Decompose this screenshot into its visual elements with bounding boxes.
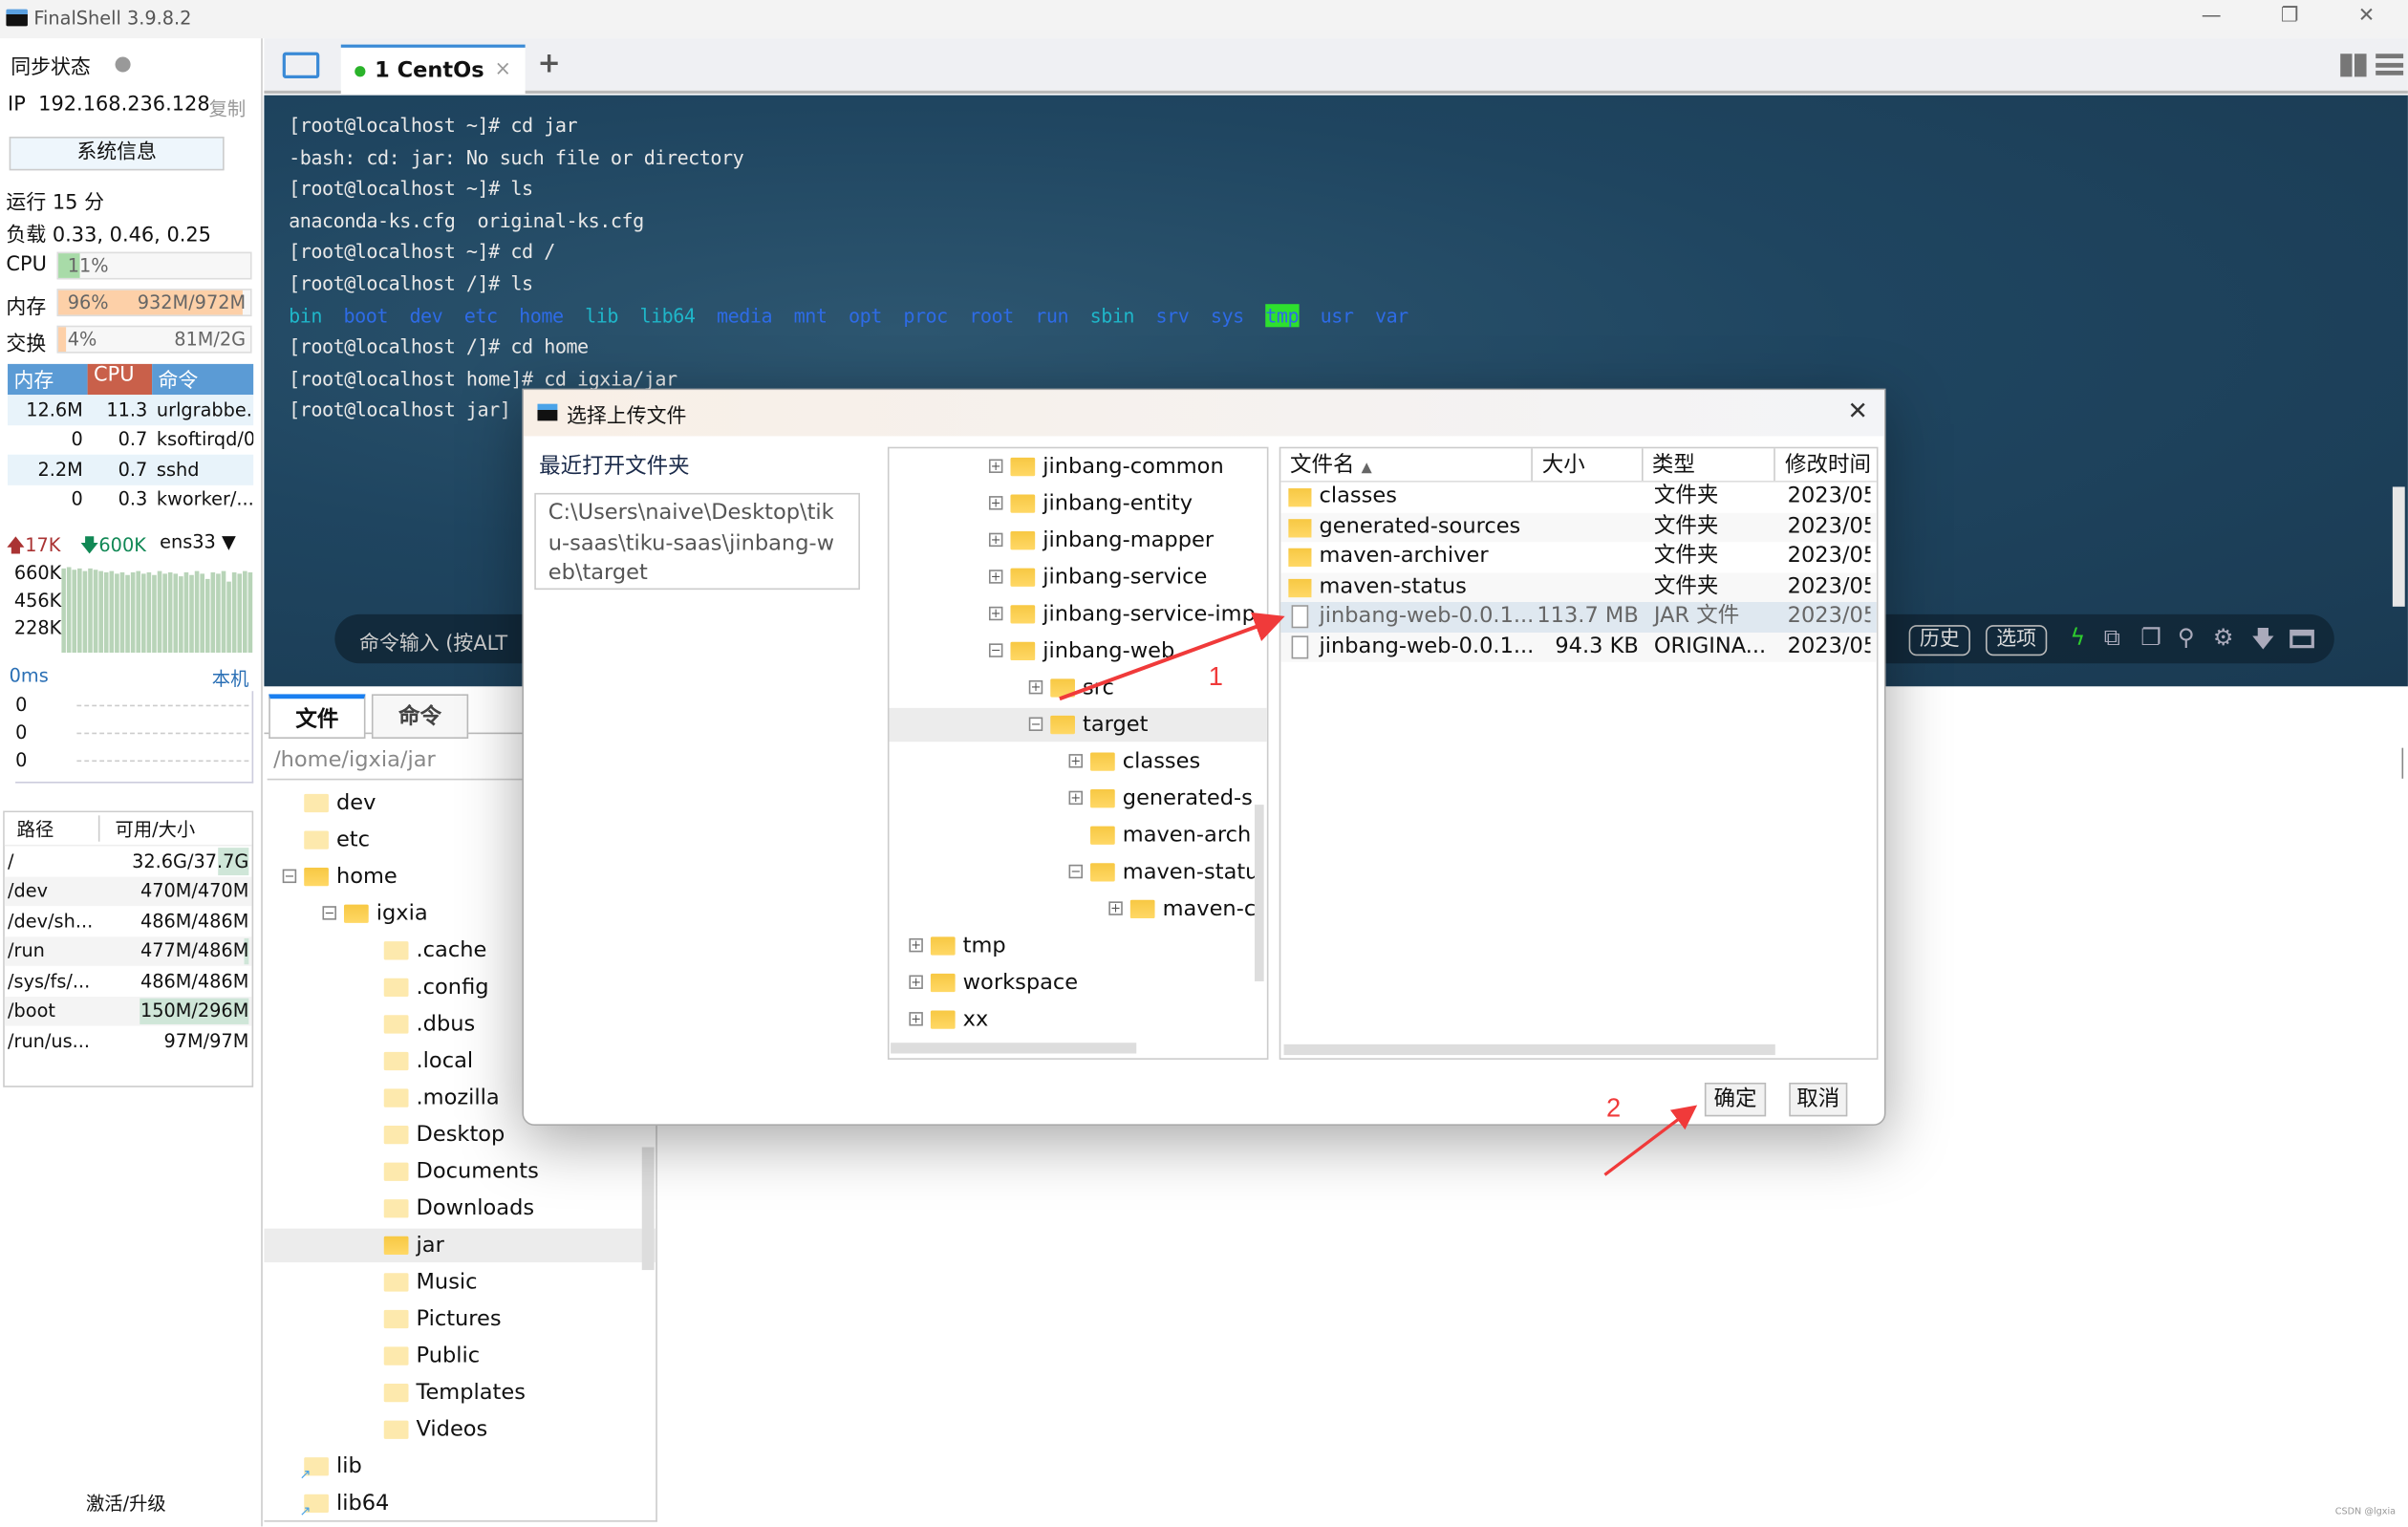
finalshell-window: FinalShell 3.9.8.2 — ❐ ✕ 同步状态 IP 192.168… bbox=[0, 0, 2408, 1527]
disk-usage: 32.6G/37.7G bbox=[132, 850, 249, 872]
disk-usage: 470M/470M bbox=[140, 880, 249, 902]
disk-usage: 486M/486M bbox=[140, 970, 249, 992]
annotation-label-2: 2 bbox=[1606, 1092, 1621, 1122]
annotation-arrow-1 bbox=[1059, 612, 1285, 701]
disk-usage: 97M/97M bbox=[163, 1029, 249, 1052]
annotation-layer: 1 2 bbox=[1059, 612, 1698, 1176]
disk-usage: 477M/486M bbox=[140, 939, 249, 962]
disk-usage: 486M/486M bbox=[140, 910, 249, 933]
disk-usage: 150M/296M bbox=[140, 1000, 249, 1022]
annotation-label-1: 1 bbox=[1209, 661, 1223, 691]
